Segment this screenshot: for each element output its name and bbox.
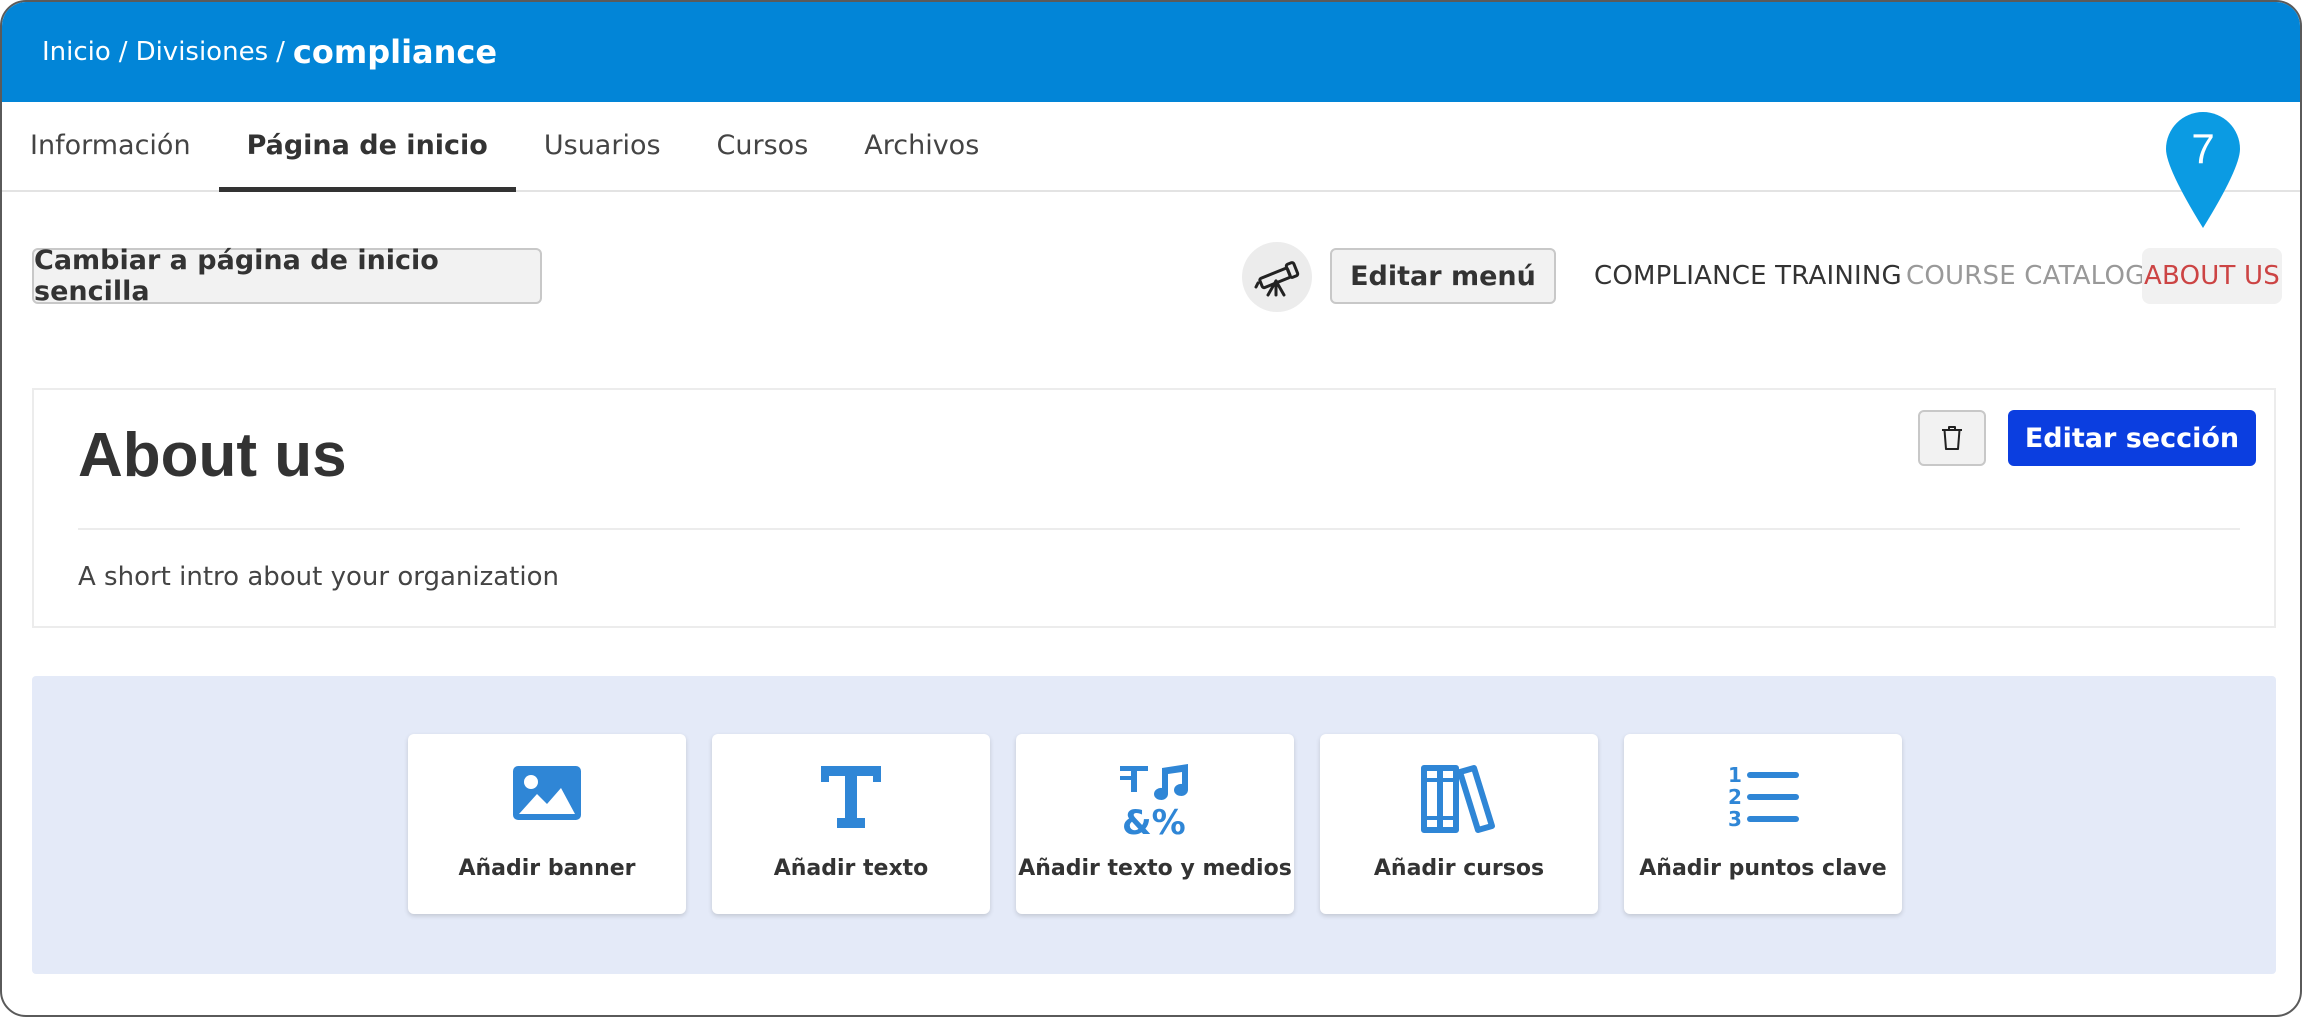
menu-link-compliance-training[interactable]: COMPLIANCE TRAINING [1594, 248, 1902, 304]
image-icon [513, 766, 581, 820]
svg-text:3: 3 [1728, 807, 1742, 830]
telescope-icon [1254, 261, 1300, 297]
breadcrumb-current: compliance [292, 33, 498, 71]
tab-archivos[interactable]: Archivos [836, 100, 1007, 190]
step-marker-pin: 7 [2164, 110, 2242, 230]
section-title: About us [78, 421, 347, 490]
app-window: Inicio / Divisiones / compliance Informa… [0, 0, 2302, 1017]
add-courses-label: Añadir cursos [1373, 856, 1545, 881]
add-text-label: Añadir texto [773, 856, 929, 881]
edit-menu-button[interactable]: Editar menú [1330, 248, 1556, 304]
add-text-media-label: Añadir texto y medios [1018, 856, 1292, 881]
section-divider [78, 528, 2240, 530]
tab-cursos[interactable]: Cursos [689, 100, 837, 190]
numbered-list-icon: 1 2 3 [1728, 764, 1799, 830]
edit-section-button[interactable]: Editar sección [2008, 410, 2256, 466]
svg-text:2: 2 [1728, 785, 1742, 809]
preview-button[interactable] [1242, 242, 1312, 312]
breadcrumb-separator: / [118, 37, 128, 67]
tab-pagina-de-inicio[interactable]: Página de inicio [218, 100, 517, 192]
delete-section-button[interactable] [1918, 410, 1986, 466]
tab-bar: Información Página de inicio Usuarios Cu… [2, 102, 2300, 192]
add-text-media-card[interactable]: &% Añadir texto y medios [1016, 734, 1294, 914]
svg-text:&%: &% [1122, 803, 1186, 836]
trash-icon [1942, 426, 1962, 450]
add-courses-card[interactable]: Añadir cursos [1320, 734, 1598, 914]
about-us-section: About us Editar sección A short intro ab… [32, 388, 2276, 628]
section-body-text: A short intro about your organization [78, 562, 559, 592]
add-banner-card[interactable]: Añadir banner [408, 734, 686, 914]
text-icon [821, 766, 881, 828]
tab-informacion[interactable]: Información [2, 100, 219, 190]
books-icon [1421, 765, 1495, 833]
tab-usuarios[interactable]: Usuarios [516, 100, 689, 190]
add-key-points-label: Añadir puntos clave [1639, 856, 1887, 881]
text-media-icon: &% [1120, 764, 1188, 836]
breadcrumb-home[interactable]: Inicio [42, 37, 111, 67]
breadcrumb: Inicio / Divisiones / compliance [2, 2, 2300, 102]
add-text-card[interactable]: Añadir texto [712, 734, 990, 914]
breadcrumb-divisions[interactable]: Divisiones [136, 37, 269, 67]
menu-link-about-us[interactable]: ABOUT US [2142, 248, 2282, 304]
add-banner-label: Añadir banner [458, 856, 636, 881]
add-block-panel: Añadir banner Añadir texto &% Añadir tex… [32, 676, 2276, 974]
step-number: 7 [2191, 125, 2215, 172]
switch-simple-homepage-button[interactable]: Cambiar a página de inicio sencilla [32, 245, 542, 307]
menu-link-course-catalog[interactable]: COURSE CATALOG [1906, 248, 2145, 304]
add-key-points-card[interactable]: 1 2 3 Añadir puntos clave [1624, 734, 1902, 914]
breadcrumb-separator: / [276, 37, 285, 67]
svg-text:1: 1 [1728, 764, 1742, 787]
